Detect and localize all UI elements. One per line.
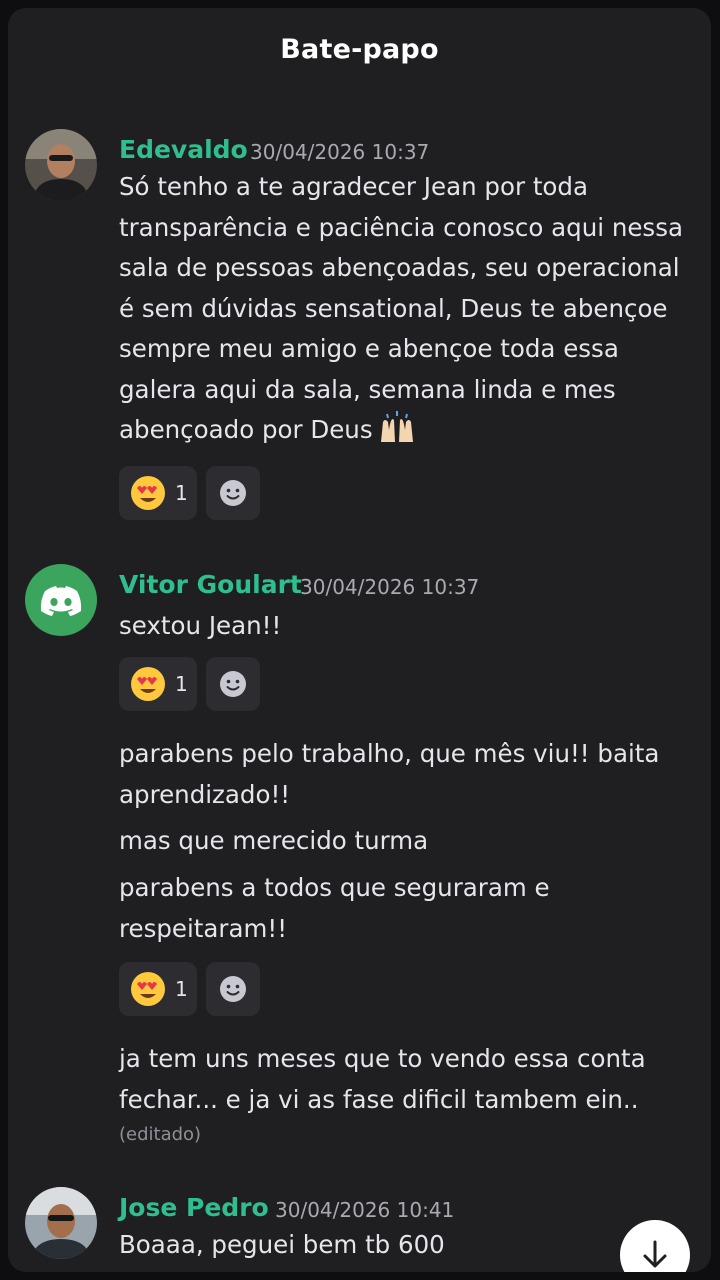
reaction-chip[interactable]: 1: [119, 657, 197, 711]
add-reaction-button[interactable]: [206, 466, 260, 520]
edited-label: (editado): [119, 1124, 202, 1145]
user-photo-avatar-icon: [25, 1187, 97, 1259]
scroll-to-bottom-button[interactable]: [620, 1220, 690, 1272]
smiley-icon: [220, 976, 246, 1002]
avatar[interactable]: [25, 129, 97, 201]
reaction-count: 1: [175, 481, 188, 505]
message-text: mas que merecido turma: [119, 826, 429, 855]
avatar[interactable]: [25, 564, 97, 636]
user-photo-avatar-icon: [25, 129, 97, 201]
message-author[interactable]: Jose Pedro: [119, 1193, 269, 1222]
reaction-chip[interactable]: 1: [119, 962, 197, 1016]
message-author[interactable]: Vitor Goulart: [119, 570, 302, 599]
reaction-count: 1: [175, 977, 188, 1001]
add-reaction-button[interactable]: [206, 657, 260, 711]
message-timestamp: 30/04/2026 10:41: [275, 1198, 455, 1222]
message-timestamp: 30/04/2026 10:37: [250, 140, 430, 164]
chat-panel: Bate-papo Edevaldo 30/04/2026 10:37 Só t…: [8, 8, 711, 1272]
discord-logo-icon: [40, 586, 82, 616]
avatar[interactable]: [25, 1187, 97, 1259]
message-text: parabens a todos que seguraram e respeit…: [119, 873, 550, 943]
add-reaction-button[interactable]: [206, 962, 260, 1016]
raising-hands-icon: [373, 411, 417, 444]
heart-eyes-emoji-icon: [131, 476, 165, 510]
message-author[interactable]: Edevaldo: [119, 135, 248, 164]
message-text: ja tem uns meses que to vendo essa conta…: [119, 1044, 646, 1114]
message-text: Só tenho a te agradecer Jean por toda tr…: [119, 167, 699, 451]
arrow-down-icon: [643, 1240, 667, 1268]
message-text: sextou Jean!!: [119, 611, 282, 640]
reaction-chip[interactable]: 1: [119, 466, 197, 520]
reaction-count: 1: [175, 672, 188, 696]
smiley-icon: [220, 671, 246, 697]
bottom-edge: [0, 1272, 720, 1280]
page-title: Bate-papo: [280, 34, 439, 65]
message-text: Boaaa, peguei bem tb 600: [119, 1230, 445, 1259]
message-text-content: Só tenho a te agradecer Jean por toda tr…: [119, 172, 683, 444]
message-timestamp: 30/04/2026 10:37: [300, 575, 480, 599]
heart-eyes-emoji-icon: [131, 667, 165, 701]
smiley-icon: [220, 480, 246, 506]
message-text: parabens pelo trabalho, que mês viu!! ba…: [119, 739, 660, 809]
heart-eyes-emoji-icon: [131, 972, 165, 1006]
